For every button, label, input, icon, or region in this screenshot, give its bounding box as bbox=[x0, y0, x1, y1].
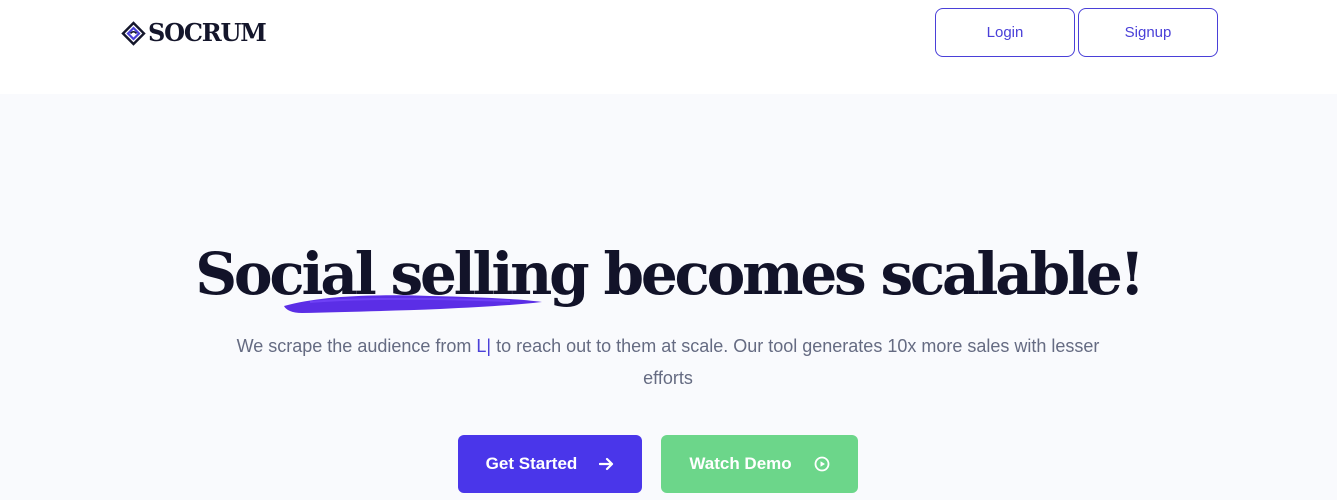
arrow-right-icon bbox=[599, 457, 614, 471]
subtitle-text-end: to reach out to them at scale. Our tool … bbox=[491, 336, 1100, 388]
play-circle-icon bbox=[814, 456, 830, 472]
typed-text: L bbox=[476, 336, 487, 356]
subtitle-text-start: We scrape the audience from bbox=[236, 336, 477, 356]
brand-name: SOCRUM bbox=[148, 18, 267, 47]
login-button[interactable]: Login bbox=[935, 8, 1075, 57]
landing-page: SOCRUM Login Signup Social selling becom… bbox=[0, 0, 1337, 500]
brand-logo[interactable]: SOCRUM bbox=[121, 18, 267, 48]
hero-subtitle: We scrape the audience from L| to reach … bbox=[218, 330, 1118, 394]
watch-demo-button[interactable]: Watch Demo bbox=[661, 435, 858, 493]
signup-button[interactable]: Signup bbox=[1078, 8, 1218, 57]
get-started-button[interactable]: Get Started bbox=[458, 435, 642, 493]
logo-diamond-icon bbox=[121, 20, 146, 46]
hero-section: Social selling becomes scalable! We scra… bbox=[0, 94, 1337, 500]
navbar: SOCRUM Login Signup bbox=[0, 0, 1337, 94]
watch-demo-label: Watch Demo bbox=[689, 454, 792, 473]
hero-title: Social selling becomes scalable! bbox=[195, 240, 1145, 308]
get-started-label: Get Started bbox=[485, 454, 578, 473]
